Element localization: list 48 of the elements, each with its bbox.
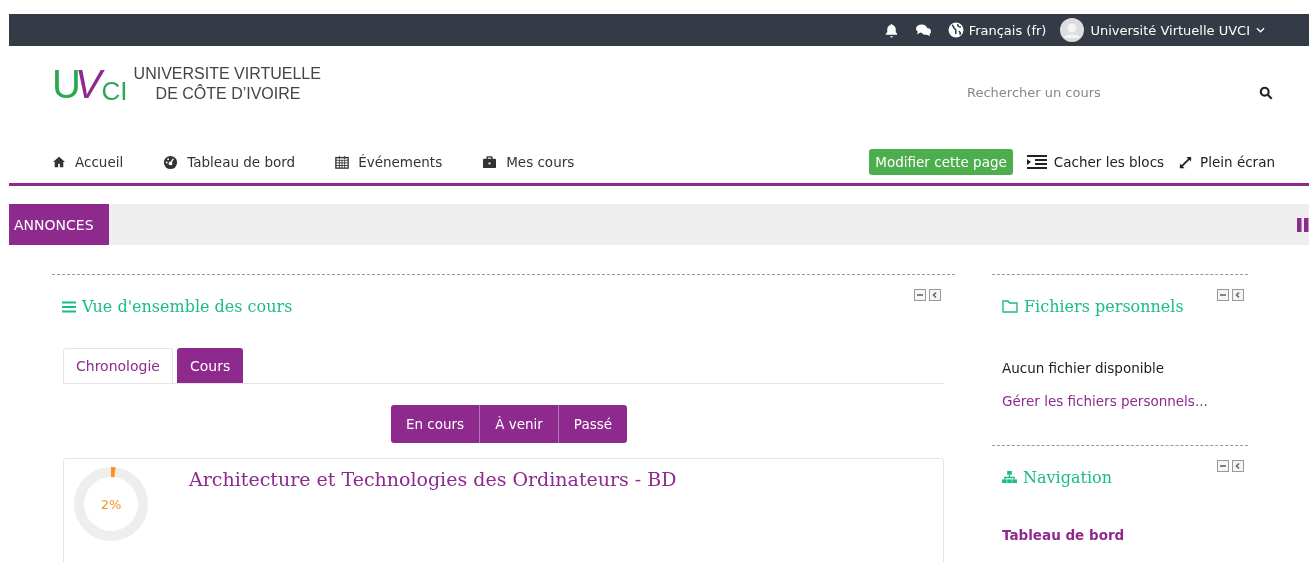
filter-button[interactable]: Passé bbox=[557, 405, 628, 443]
nav-label: Mes cours bbox=[506, 154, 575, 170]
language-menu[interactable]: Français (fr) bbox=[947, 22, 1047, 38]
manage-files-link[interactable]: Gérer les fichiers personnels... bbox=[1002, 393, 1248, 409]
tab[interactable]: Cours bbox=[176, 348, 244, 383]
hide-blocks-link[interactable]: Cacher les blocs bbox=[1026, 154, 1165, 170]
indent-icon bbox=[1026, 155, 1047, 169]
collapse-icon[interactable] bbox=[1217, 289, 1229, 301]
navigation-link[interactable]: Tableau de bord bbox=[1002, 527, 1248, 543]
nav-link[interactable]: Mes cours bbox=[482, 154, 575, 170]
bell-icon[interactable] bbox=[883, 22, 899, 38]
filter-button[interactable]: En cours bbox=[390, 405, 480, 443]
block-title: Fichiers personnels bbox=[1002, 297, 1184, 316]
user-menu[interactable]: Université Virtuelle UVCI bbox=[1060, 18, 1265, 42]
nav-link[interactable]: Tableau de bord bbox=[163, 154, 296, 170]
tab[interactable]: Chronologie bbox=[63, 348, 173, 383]
nav-label: Accueil bbox=[75, 154, 124, 170]
filter-button[interactable]: À venir bbox=[479, 405, 558, 443]
dock-icon[interactable] bbox=[1232, 289, 1244, 301]
fullscreen-link[interactable]: Plein écran bbox=[1178, 154, 1275, 170]
home-icon bbox=[52, 156, 66, 168]
empty-message: Aucun fichier disponible bbox=[1002, 360, 1166, 376]
sitemap-icon bbox=[1002, 471, 1017, 484]
nav-label: Événements bbox=[358, 154, 443, 170]
folder-icon bbox=[1002, 300, 1018, 313]
chat-icon[interactable] bbox=[914, 22, 932, 38]
nav-link[interactable]: Accueil bbox=[52, 154, 124, 170]
expand-icon bbox=[1178, 154, 1194, 170]
progress-value: 2% bbox=[99, 495, 123, 514]
collapse-icon[interactable] bbox=[1217, 460, 1229, 472]
gauge-icon bbox=[163, 154, 179, 170]
dock-icon[interactable] bbox=[929, 289, 941, 301]
nav-label: Tableau de bord bbox=[187, 154, 296, 170]
menu-icon bbox=[62, 300, 76, 313]
calendar-icon bbox=[335, 155, 350, 169]
collapse-icon[interactable] bbox=[914, 289, 926, 301]
announcements-label: ANNONCES bbox=[9, 204, 109, 245]
nav-link[interactable]: Événements bbox=[335, 154, 443, 170]
block-title: Navigation bbox=[1002, 468, 1112, 487]
avatar-icon bbox=[1060, 18, 1085, 42]
dock-icon[interactable] bbox=[1232, 460, 1244, 472]
caret-icon bbox=[1256, 27, 1265, 33]
course-link[interactable]: Architecture et Technologies des Ordinateurs - BD bbox=[189, 468, 677, 562]
search-icon[interactable] bbox=[1259, 85, 1273, 100]
briefcase-icon bbox=[482, 155, 498, 169]
block-title: Vue d'ensemble des cours bbox=[62, 297, 293, 316]
globe-icon bbox=[947, 22, 964, 38]
pause-icon[interactable] bbox=[1297, 217, 1309, 232]
